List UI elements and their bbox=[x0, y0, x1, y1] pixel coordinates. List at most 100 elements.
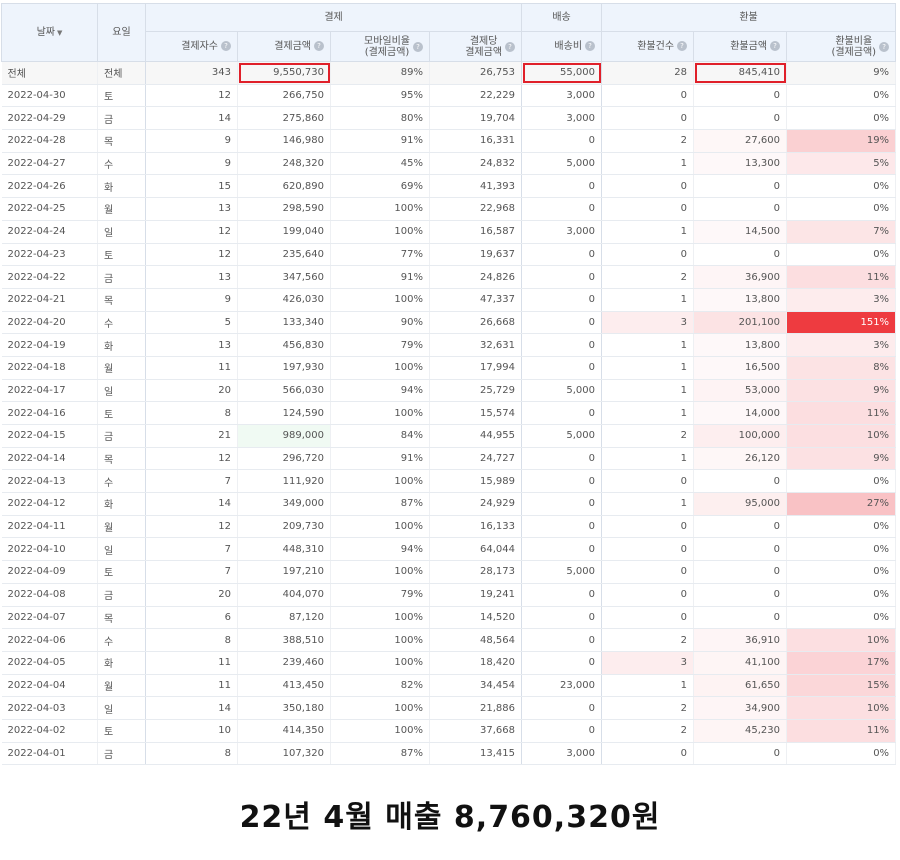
row-shipping-fee: 0 bbox=[521, 628, 603, 652]
sales-stats-table: 날짜 ▼ 요일 결제 배송 환불 결제자수? 결제금액? 모바일비율 (결제금액)? bbox=[1, 3, 897, 766]
row-pay-amount: 124,590 bbox=[237, 401, 331, 425]
help-icon[interactable]: ? bbox=[677, 41, 688, 52]
row-refund-ratio: 3% bbox=[786, 288, 897, 312]
row-pay-count: 12 bbox=[145, 447, 238, 471]
table-row: 2022-04-13 수 7 111,920 100% 15,989 0 0 0 0% bbox=[1, 469, 897, 494]
help-icon[interactable]: ? bbox=[770, 41, 781, 52]
row-pay-count: 13 bbox=[145, 265, 238, 289]
group-header-shipping: 배송 bbox=[521, 3, 603, 32]
row-per-payment: 24,826 bbox=[429, 265, 523, 289]
row-refund-amount: 34,900 bbox=[693, 696, 788, 720]
row-shipping-fee: 0 bbox=[521, 243, 603, 267]
row-refund-ratio: 0% bbox=[786, 174, 897, 199]
help-icon[interactable]: ? bbox=[221, 41, 231, 52]
total-refund-amount-highlighted: 845,410 bbox=[693, 61, 788, 85]
row-refund-amount: 61,650 bbox=[693, 674, 788, 698]
table-row: 2022-04-30 토 12 266,750 95% 22,229 3,000 0 0 0% bbox=[1, 84, 897, 108]
row-date: 2022-04-09 bbox=[1, 560, 98, 584]
row-shipping-fee: 0 bbox=[521, 356, 603, 380]
row-mobile-ratio: 94% bbox=[330, 379, 430, 403]
table-row: 2022-04-15 금 21 989,000 84% 44,955 5,000 2 100,0… bbox=[1, 424, 897, 448]
total-mobile-ratio: 89% bbox=[330, 61, 430, 85]
row-refund-ratio: 0% bbox=[786, 583, 897, 607]
table-row: 2022-04-14 목 12 296,720 91% 24,727 0 1 26,120 9% bbox=[1, 447, 897, 471]
col-header-refund-amount-label: 환불금액 bbox=[730, 40, 768, 52]
row-pay-amount: 349,000 bbox=[237, 492, 331, 516]
row-per-payment: 24,727 bbox=[429, 447, 523, 471]
row-pay-amount: 413,450 bbox=[237, 674, 331, 698]
row-refund-ratio: 10% bbox=[786, 424, 897, 448]
row-date: 2022-04-04 bbox=[1, 674, 98, 698]
total-date: 전체 bbox=[1, 61, 98, 85]
row-date: 2022-04-30 bbox=[1, 84, 98, 108]
row-refund-count: 0 bbox=[601, 243, 695, 267]
row-refund-count: 1 bbox=[601, 492, 695, 516]
row-refund-count: 1 bbox=[601, 447, 695, 471]
row-date: 2022-04-14 bbox=[1, 447, 98, 471]
row-per-payment: 22,229 bbox=[429, 84, 523, 108]
group-header-payment: 결제 bbox=[144, 3, 523, 32]
col-header-day: 요일 bbox=[97, 3, 146, 62]
total-refund-count: 28 bbox=[601, 61, 695, 85]
row-shipping-fee: 0 bbox=[521, 469, 603, 494]
col-header-mobile-ratio-label: 모바일비율 (결제금액) bbox=[364, 36, 410, 58]
row-mobile-ratio: 82% bbox=[330, 674, 430, 698]
row-refund-amount: 0 bbox=[693, 197, 788, 221]
row-per-payment: 37,668 bbox=[429, 719, 523, 743]
row-day: 금 bbox=[97, 742, 146, 766]
sort-caret-icon: ▼ bbox=[57, 28, 63, 37]
row-mobile-ratio: 100% bbox=[330, 560, 430, 584]
row-refund-amount: 45,230 bbox=[693, 719, 788, 743]
mobile-ratio-line2: (결제금액) bbox=[364, 46, 410, 58]
row-pay-count: 11 bbox=[145, 356, 238, 380]
row-date: 2022-04-19 bbox=[1, 333, 98, 357]
col-header-refund-amount: 환불금액? bbox=[693, 31, 788, 62]
row-date: 2022-04-06 bbox=[1, 628, 98, 652]
row-pay-count: 20 bbox=[145, 583, 238, 607]
row-refund-ratio: 19% bbox=[786, 129, 897, 153]
row-pay-amount: 448,310 bbox=[237, 537, 331, 562]
row-refund-amount: 13,800 bbox=[693, 288, 788, 312]
row-day: 화 bbox=[97, 174, 146, 199]
row-refund-amount: 16,500 bbox=[693, 356, 788, 380]
row-date: 2022-04-03 bbox=[1, 696, 98, 720]
col-header-date[interactable]: 날짜 ▼ bbox=[1, 3, 98, 62]
row-pay-count: 21 bbox=[145, 424, 238, 448]
row-refund-amount: 13,300 bbox=[693, 152, 788, 176]
row-pay-amount: 426,030 bbox=[237, 288, 331, 312]
row-refund-count: 1 bbox=[601, 674, 695, 698]
row-refund-count: 3 bbox=[601, 311, 695, 335]
row-refund-amount: 201,100 bbox=[693, 311, 788, 335]
row-shipping-fee: 0 bbox=[521, 174, 603, 199]
row-mobile-ratio: 91% bbox=[330, 447, 430, 471]
row-mobile-ratio: 100% bbox=[330, 606, 430, 630]
help-icon[interactable]: ? bbox=[585, 41, 596, 52]
row-pay-amount: 620,890 bbox=[237, 174, 331, 199]
row-refund-ratio: 0% bbox=[786, 742, 897, 766]
table-row: 2022-04-06 수 8 388,510 100% 48,564 0 2 36,910 10% bbox=[1, 628, 897, 652]
help-icon[interactable]: ? bbox=[505, 41, 516, 52]
row-refund-count: 0 bbox=[601, 560, 695, 584]
row-day: 월 bbox=[97, 674, 146, 698]
table-row: 2022-04-24 일 12 199,040 100% 16,587 3,000 1 14,5… bbox=[1, 220, 897, 244]
table-row: 2022-04-26 화 15 620,890 69% 41,393 0 0 0 0% bbox=[1, 174, 897, 199]
table-row: 2022-04-09 토 7 197,210 100% 28,173 5,000 0 0 0% bbox=[1, 560, 897, 584]
help-icon[interactable]: ? bbox=[879, 41, 890, 52]
row-refund-ratio: 0% bbox=[786, 84, 897, 108]
group-header-refund: 환불 bbox=[601, 3, 897, 32]
row-refund-count: 1 bbox=[601, 220, 695, 244]
help-icon[interactable]: ? bbox=[314, 41, 324, 52]
row-pay-amount: 146,980 bbox=[237, 129, 331, 153]
refund-ratio-line2: (결제금액) bbox=[831, 46, 877, 58]
mobile-ratio-line1: 모바일비율 bbox=[364, 35, 410, 47]
help-icon[interactable]: ? bbox=[413, 41, 423, 52]
row-per-payment: 22,968 bbox=[429, 197, 523, 221]
row-shipping-fee: 0 bbox=[521, 265, 603, 289]
row-shipping-fee: 0 bbox=[521, 583, 603, 607]
row-mobile-ratio: 45% bbox=[330, 152, 430, 176]
per-payment-line1: 결제당 bbox=[469, 35, 498, 47]
row-pay-count: 14 bbox=[145, 696, 238, 720]
row-mobile-ratio: 100% bbox=[330, 696, 430, 720]
row-per-payment: 28,173 bbox=[429, 560, 523, 584]
col-header-date-label: 날짜 bbox=[36, 26, 55, 38]
